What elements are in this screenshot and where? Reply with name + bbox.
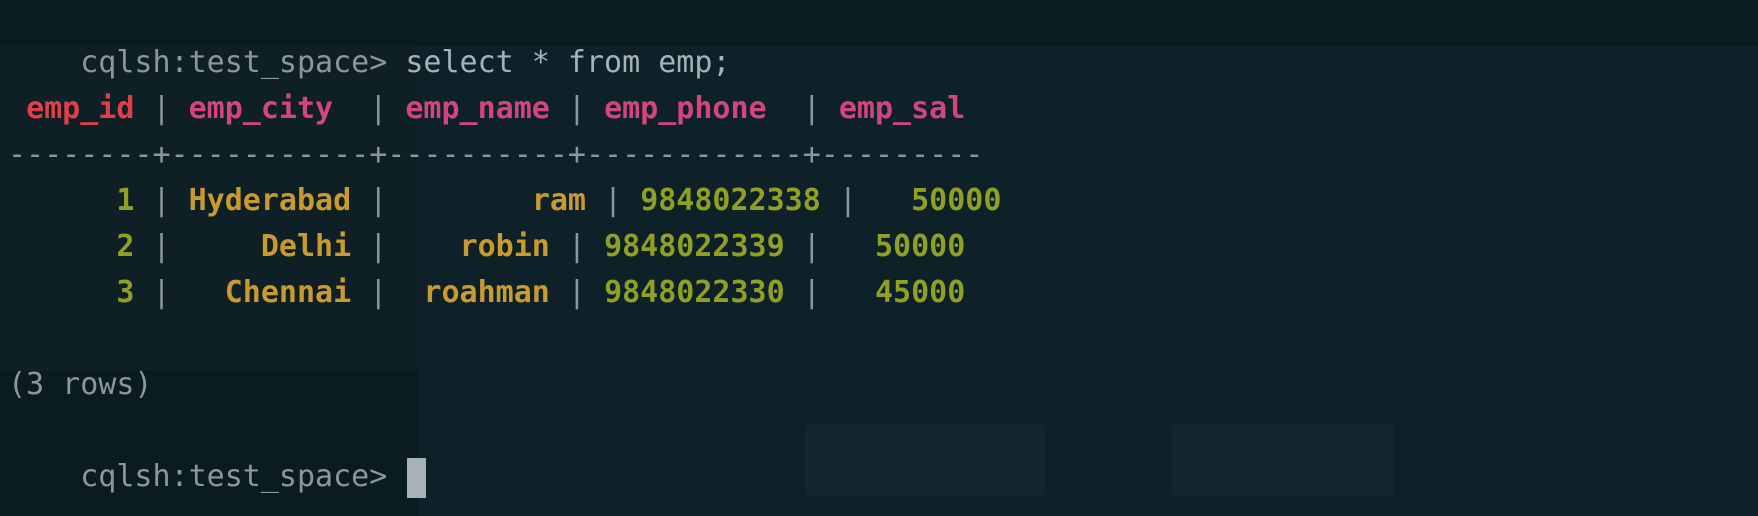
cell-emp-sal: 45000 [875, 275, 966, 310]
prompt-line[interactable]: cqlsh:test_space> [8, 408, 427, 498]
table-row: 1 | Hyderabad | ram | 9848022338 | 50000 [116, 183, 1002, 218]
column-header-emp-name: emp_name [405, 91, 550, 126]
background-ghost-button [1172, 424, 1394, 496]
cell-emp-id: 1 [116, 183, 135, 218]
row-count: (3 rows) [8, 367, 153, 402]
shell-prompt: cqlsh:test_space> [80, 45, 406, 80]
command-line: cqlsh:test_space> select * from emp; [8, 0, 730, 80]
table-row: 2 | Delhi | robin | 9848022339 | 50000 [116, 229, 966, 264]
cell-emp-city: Delhi [260, 229, 352, 264]
command-text: select * from emp; [405, 45, 731, 80]
cell-emp-name: roahman [423, 275, 550, 310]
cell-emp-id: 3 [116, 275, 135, 310]
column-header-emp-phone: emp_phone [604, 91, 767, 126]
column-header-emp-city: emp_city [188, 91, 334, 126]
cell-emp-sal: 50000 [875, 229, 966, 264]
background-ghost-button [805, 424, 1045, 496]
column-header-emp-id: emp_id [26, 91, 135, 126]
table-divider: --------+-----------+----------+--------… [8, 137, 984, 172]
cell-emp-phone: 9848022338 [640, 183, 821, 218]
cell-emp-city: Hyderabad [188, 183, 352, 218]
table-row: 3 | Chennai | roahman | 9848022330 | 450… [116, 275, 966, 310]
cell-emp-name: ram [531, 183, 586, 218]
terminal-window[interactable]: cqlsh:test_space> select * from emp; emp… [0, 0, 1758, 516]
cell-emp-sal: 50000 [911, 183, 1002, 218]
column-header-emp-sal: emp_sal [838, 91, 966, 126]
table-header-row: emp_id | emp_city | emp_name | emp_phone… [26, 91, 966, 126]
cell-emp-name: robin [459, 229, 550, 264]
shell-prompt: cqlsh:test_space> [80, 459, 406, 494]
cell-emp-phone: 9848022339 [604, 229, 785, 264]
cell-emp-id: 2 [116, 229, 135, 264]
cell-emp-city: Chennai [224, 275, 352, 310]
text-cursor [407, 457, 427, 498]
cell-emp-phone: 9848022330 [604, 275, 785, 310]
